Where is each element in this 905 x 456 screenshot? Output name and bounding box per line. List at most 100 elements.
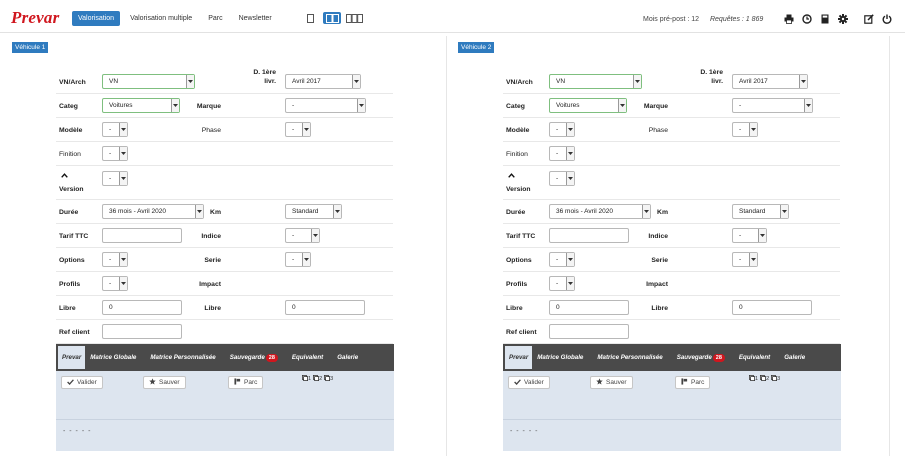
vn-arch-label: VN/Arch bbox=[59, 79, 86, 86]
tab-equivalent[interactable]: Equivalent bbox=[285, 344, 330, 371]
copy-to-vehicle-2-button[interactable]: 2 bbox=[760, 375, 769, 383]
marque-select[interactable]: - bbox=[285, 98, 366, 113]
options-label: Options bbox=[506, 257, 532, 264]
chevron-down-icon bbox=[749, 123, 757, 136]
ref-client-input[interactable] bbox=[102, 324, 182, 339]
nav-newsletter[interactable]: Newsletter bbox=[233, 11, 278, 26]
logo[interactable]: Prevar bbox=[11, 8, 59, 28]
copy-to-vehicle-1-button[interactable]: 1 bbox=[749, 375, 758, 383]
phase-select-value: - bbox=[292, 126, 295, 133]
version-select[interactable]: - bbox=[102, 171, 128, 186]
marque-label: Marque bbox=[643, 103, 668, 110]
tab-footer: - - - - - bbox=[503, 419, 841, 451]
gear-icon[interactable] bbox=[838, 14, 848, 24]
sauver-label: Sauver bbox=[159, 379, 180, 386]
vn-arch-select[interactable]: VN bbox=[102, 74, 195, 89]
three-columns-icon[interactable] bbox=[345, 12, 363, 24]
power-icon[interactable] bbox=[882, 14, 892, 24]
date-livr-select[interactable]: Avril 2017 bbox=[285, 74, 361, 89]
chevron-down-icon bbox=[119, 253, 127, 266]
single-column-icon[interactable] bbox=[301, 12, 319, 24]
km-label: Km bbox=[210, 209, 221, 216]
profils-select[interactable]: - bbox=[102, 276, 128, 291]
chevron-up-icon[interactable] bbox=[61, 173, 68, 180]
parc-button[interactable]: Parc bbox=[675, 376, 711, 389]
nav-valorisation[interactable]: Valorisation bbox=[72, 11, 121, 26]
tab-galerie[interactable]: Galerie bbox=[777, 344, 812, 371]
modele-label: Modèle bbox=[59, 127, 83, 134]
tab-matrice-globale[interactable]: Matrice Globale bbox=[532, 344, 590, 371]
tab-sauvegarde[interactable]: Sauvegarde 28 bbox=[670, 344, 732, 371]
serie-select-value: - bbox=[292, 256, 295, 263]
options-select[interactable]: - bbox=[102, 252, 128, 267]
tab-matrice-personnalisee[interactable]: Matrice Personnalisée bbox=[143, 344, 222, 371]
tab-matrice-globale[interactable]: Matrice Globale bbox=[85, 344, 143, 371]
calculator-icon[interactable] bbox=[820, 14, 830, 24]
chevron-down-icon bbox=[186, 75, 194, 88]
nav-valorisation-multiple[interactable]: Valorisation multiple bbox=[124, 11, 198, 26]
copy-to-vehicle-3-button[interactable]: 3 bbox=[771, 375, 780, 383]
marque-select[interactable]: - bbox=[732, 98, 813, 113]
modele-select[interactable]: - bbox=[549, 122, 575, 137]
modele-select-value: - bbox=[109, 126, 112, 133]
tab-matrice-personnalisee[interactable]: Matrice Personnalisée bbox=[590, 344, 669, 371]
km-select-value: Standard bbox=[292, 208, 319, 215]
serie-select[interactable]: - bbox=[285, 252, 311, 267]
phase-select[interactable]: - bbox=[732, 122, 758, 137]
serie-select[interactable]: - bbox=[732, 252, 758, 267]
copy-to-vehicle-2-button[interactable]: 2 bbox=[313, 375, 322, 383]
indice-select[interactable]: - bbox=[285, 228, 320, 243]
tab-footer: - - - - - bbox=[56, 419, 394, 451]
date-livr-label: D. 1ère livr. bbox=[700, 69, 723, 85]
valider-button[interactable]: Valider bbox=[508, 376, 550, 389]
tab-sauvegarde[interactable]: Sauvegarde 28 bbox=[223, 344, 285, 371]
tarif-ttc-label: Tarif TTC bbox=[506, 233, 536, 240]
tab-label: Galerie bbox=[784, 354, 806, 361]
tab-equivalent[interactable]: Equivalent bbox=[732, 344, 777, 371]
chevron-down-icon bbox=[311, 229, 319, 242]
finition-select[interactable]: - bbox=[549, 146, 575, 161]
nav-parc[interactable]: Parc bbox=[202, 11, 228, 26]
km-select[interactable]: Standard bbox=[732, 204, 789, 219]
sauver-button[interactable]: Sauver bbox=[143, 376, 186, 389]
serie-label: Serie bbox=[651, 257, 668, 264]
valider-button[interactable]: Valider bbox=[61, 376, 103, 389]
chevron-up-icon[interactable] bbox=[508, 173, 515, 180]
edit-icon[interactable] bbox=[864, 14, 874, 24]
date-livr-select[interactable]: Avril 2017 bbox=[732, 74, 808, 89]
tab-prevar[interactable]: Prevar bbox=[58, 346, 86, 369]
finition-select-value: - bbox=[556, 150, 559, 157]
tab-galerie[interactable]: Galerie bbox=[330, 344, 365, 371]
libre-input-2[interactable]: 0 bbox=[285, 300, 365, 315]
toolbar bbox=[784, 14, 900, 24]
two-columns-icon[interactable] bbox=[323, 12, 341, 24]
phase-select[interactable]: - bbox=[285, 122, 311, 137]
ref-client-input[interactable] bbox=[549, 324, 629, 339]
copy-to-vehicle-3-button[interactable]: 3 bbox=[324, 375, 333, 383]
profils-label: Profils bbox=[59, 281, 81, 288]
valider-label: Valider bbox=[524, 379, 544, 386]
clock-icon[interactable] bbox=[802, 14, 812, 24]
copy-to-vehicle-1-button[interactable]: 1 bbox=[302, 375, 311, 383]
modele-select[interactable]: - bbox=[102, 122, 128, 137]
parc-label: Parc bbox=[691, 379, 705, 386]
copy-target-number: 3 bbox=[777, 376, 781, 382]
indice-select[interactable]: - bbox=[732, 228, 767, 243]
profils-select[interactable]: - bbox=[549, 276, 575, 291]
km-select[interactable]: Standard bbox=[285, 204, 342, 219]
sauver-button[interactable]: Sauver bbox=[590, 376, 633, 389]
print-icon[interactable] bbox=[784, 14, 794, 24]
libre-input-2[interactable]: 0 bbox=[732, 300, 812, 315]
vn-arch-select-value: VN bbox=[109, 78, 119, 85]
km-label: Km bbox=[657, 209, 668, 216]
tab-prevar[interactable]: Prevar bbox=[505, 346, 533, 369]
copy-target-number: 2 bbox=[766, 376, 770, 382]
tab-content: Valider Sauver Parc 1 2 3 bbox=[56, 371, 394, 419]
options-select[interactable]: - bbox=[549, 252, 575, 267]
finition-select[interactable]: - bbox=[102, 146, 128, 161]
tarif-ttc-label: Tarif TTC bbox=[59, 233, 89, 240]
vn-arch-select[interactable]: VN bbox=[549, 74, 642, 89]
chevron-down-icon bbox=[352, 75, 360, 88]
version-select[interactable]: - bbox=[549, 171, 575, 186]
parc-button[interactable]: Parc bbox=[228, 376, 264, 389]
